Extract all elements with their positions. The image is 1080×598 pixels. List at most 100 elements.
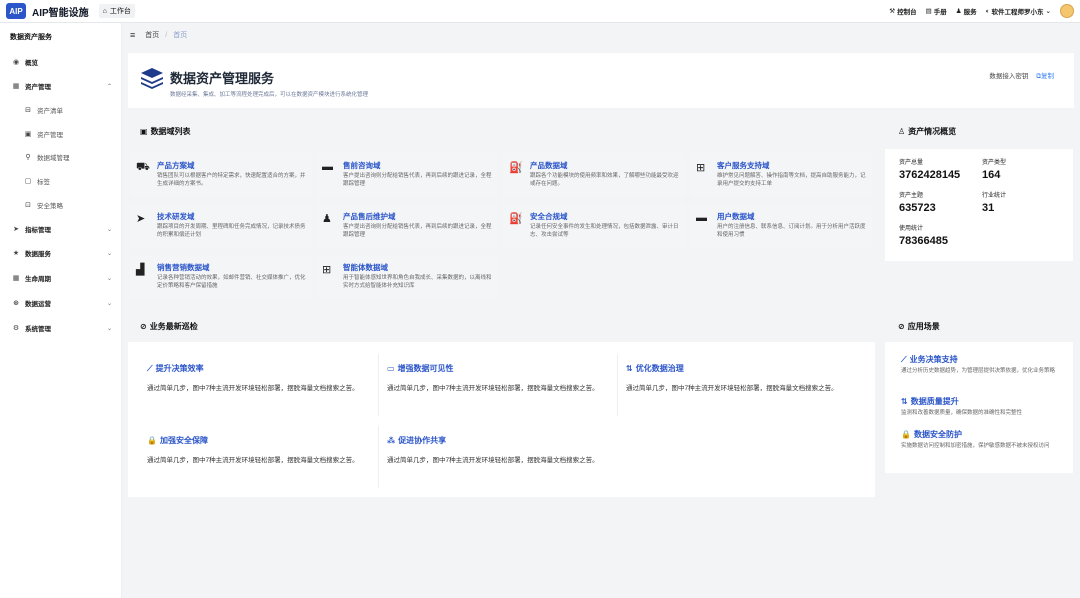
stat-label: 资产总量 (899, 160, 924, 166)
patrol-item-title: 增强数据可见性 (397, 364, 454, 373)
scene-item[interactable]: ⟋ 业务决策支持 通过分析历史数据趋势，为管理层提供决策依据，优化业务策略 (901, 354, 1069, 375)
domain-name[interactable]: 安全合规域 (530, 211, 568, 222)
sidebar-item[interactable]: ◉ 概览 (0, 55, 122, 69)
patrol-item-desc: 通过简单几步，图中7种主流开发环境轻松部署，摆脱海量文档搜索之苦。 (387, 385, 599, 392)
scenes-title-text: 应用场景 (907, 322, 940, 331)
domain-card[interactable]: ⊞ 客户服务支持域 维护常见问题解答、操作指南等文档，提高自助服务能力，记录用户提交… (690, 153, 872, 197)
console-button[interactable]: ⚒ 控制台 (889, 6, 916, 16)
domain-card[interactable]: ♟ 产品售后维护域 客户提出咨询则分配给销售代表，再到后续的跟进记录，全程跟踪管理 (316, 204, 498, 248)
domain-card[interactable]: ⊞ 智能体数据域 用于智能体感知世界和角色自我成长、采集数据的，以离线和实时方式给智… (316, 255, 498, 299)
sidebar-item[interactable]: ▣ 资产管理 (0, 127, 122, 141)
sidebar-item[interactable]: ★ 数据服务 ⌄ (0, 246, 122, 260)
domain-card[interactable]: ▟ 销售营销数据域 记录各种营销活动的效果，如邮件营销、社交媒体推广，优化定价策略和… (130, 255, 312, 299)
sidebar-item-label: 安全策略 (37, 203, 63, 210)
scene-item-title: 数据质量提升 (910, 397, 959, 406)
chevron-down-icon: ⌄ (106, 226, 112, 233)
card-icon: ▬ (322, 161, 333, 173)
chevron-up-icon: ⌃ (106, 83, 112, 90)
scene-item-title: 业务决策支持 (909, 355, 958, 364)
stat-label: 资产主题 (899, 193, 924, 199)
sidebar-item-label: 资产管理 (37, 132, 63, 139)
stat-value: 78366485 (899, 235, 948, 247)
domain-list-title-text: 数据域列表 (150, 127, 191, 136)
patrol-item[interactable]: 🔒 加强安全保障 通过简单几步，图中7种主流开发环境轻松部署，摆脱海量文档搜索之苦。 (147, 435, 379, 466)
sidebar-item[interactable]: ⊛ 数据运营 ⌄ (0, 296, 122, 310)
asset-overview-card: 资产总量 3762428145 资产类型 164 资产主题 635723 行业统计 31 使用统… (885, 149, 1073, 261)
domain-card[interactable]: ⛟ 产品方案域 销售团队可以根据客户的特定需求，快速配置适合的方案，并生成详细的方案… (130, 153, 312, 197)
patrol-item[interactable]: ⁂ 促进协作共享 通过简单几步，图中7种主流开发环境轻松部署，摆脱海量文档搜索之苦。 (387, 435, 619, 466)
patrol-item[interactable]: ▭ 增强数据可见性 通过简单几步，图中7种主流开发环境轻松部署，摆脱海量文档搜索之苦… (387, 363, 619, 394)
console-label: 控制台 (897, 9, 917, 16)
workbench-tab-label: 工作台 (109, 8, 131, 15)
domain-name[interactable]: 销售营销数据域 (157, 262, 210, 273)
sidebar-item[interactable]: ⊟ 资产清单 (0, 103, 122, 117)
domain-name[interactable]: 产品方案域 (157, 160, 195, 171)
stat-label: 行业统计 (982, 193, 1007, 199)
domain-name[interactable]: 售前咨询域 (343, 160, 381, 171)
domain-desc: 跟踪项目的开发周期、里程碑和任务完成情况，记录技术债务的积累和偿还计划 (157, 224, 306, 238)
chevron-down-icon: ⌄ (106, 300, 112, 307)
domain-name[interactable]: 用户数据域 (717, 211, 755, 222)
sidebar-item[interactable]: ▢ 标签 (0, 174, 122, 188)
patrol-item-desc: 通过简单几步，图中7种主流开发环境轻松部署，摆脱海量文档搜索之苦。 (626, 385, 838, 392)
home-icon: ⌂ (102, 7, 107, 15)
sidebar-item-label: 生命周期 (25, 276, 51, 283)
breadcrumb-home[interactable]: 首页 (145, 30, 159, 40)
scene-item-desc: 实施数据访问控制和加密措施，保护敏感数据不被未授权访问 (901, 443, 1050, 449)
sidebar-item-label: 数据域管理 (37, 155, 70, 162)
users-icon: ♟ (955, 8, 962, 15)
breadcrumb: ≡ 首页 / 首页 (130, 30, 187, 40)
sidebar-item[interactable]: ⊡ 安全策略 (0, 198, 122, 212)
breadcrumb-separator: / (165, 31, 168, 39)
card-icon: ▬ (696, 212, 707, 224)
service-button[interactable]: ♟ 服务 (956, 6, 977, 16)
overview-title: ♙ 资产情况概览 (898, 126, 956, 137)
page-header: 数据资产管理服务 数据经采集、集成、加工等流程处理完成后，可以在数据资产模块进行… (128, 53, 1074, 108)
app-logo[interactable]: AIP (6, 3, 26, 19)
patrol-item[interactable]: ⟋ 提升决策效率 通过简单几步，图中7种主流开发环境轻松部署，摆脱海量文档搜索之苦。 (147, 363, 379, 394)
link-icon: ⊘ (898, 322, 905, 331)
sidebar-item[interactable]: ▦ 生命周期 ⌄ (0, 271, 122, 285)
bus-icon: ⊞ (696, 162, 706, 174)
domain-card[interactable]: ➤ 技术研发域 跟踪项目的开发周期、里程碑和任务完成情况，记录技术债务的积累和偿还计… (130, 204, 312, 248)
domain-name[interactable]: 产品数据域 (530, 160, 568, 171)
domain-name[interactable]: 客户服务支持域 (717, 160, 770, 171)
sidebar-item[interactable]: ▦ 资产管理 ⌃ (0, 79, 122, 93)
avatar[interactable] (1060, 4, 1074, 18)
domain-desc: 销售团队可以根据客户的特定需求，快速配置适合的方案，并生成详细的方案书。 (157, 173, 306, 187)
domain-card[interactable]: ⛽ 安全合规域 记录任何安全事件的发生和处理情况，包括数据泄露、审计日志、攻击尝试等 (503, 204, 685, 248)
domain-card[interactable]: ▬ 用户数据域 用户的注册信息、联系信息、订阅计划。用于分析用户活跃度和使用习惯 (690, 204, 872, 248)
sidebar-item[interactable]: ➤ 指标管理 ⌄ (0, 222, 122, 236)
scene-item[interactable]: ⇅ 数据质量提升 监测和改善数据质量，确保数据的准确性和完整性 (901, 396, 1069, 417)
domain-card[interactable]: ▬ 售前咨询域客户提出咨询则分配给销售代表，再到后续的跟进记录，全程跟踪管理 (316, 153, 498, 197)
domain-name[interactable]: 智能体数据域 (343, 262, 388, 273)
patrol-item-title: 加强安全保障 (159, 436, 208, 445)
sidebar-item[interactable]: ⚲ 数据域管理 (0, 150, 122, 164)
app-title: AIP智能设施 (32, 7, 89, 19)
eye-icon: ◉ (12, 59, 20, 66)
domain-desc: 客户提出咨询则分配给销售代表，再到后续的跟进记录，全程跟踪管理 (343, 173, 492, 187)
menu-toggle-icon[interactable]: ≡ (130, 30, 135, 40)
scenes-title: ⊘ 应用场景 (898, 321, 940, 332)
patrol-item[interactable]: ⇅ 优化数据治理 通过简单几步，图中7种主流开发环境轻松部署，摆脱海量文档搜索之苦。 (626, 363, 858, 394)
copy-button[interactable]: ⧉复制 (1036, 70, 1054, 81)
sidebar-item[interactable]: ⚙ 系统管理 ⌄ (0, 321, 122, 335)
patrol-item-desc: 通过简单几步，图中7种主流开发环境轻松部署，摆脱海量文档搜索之苦。 (147, 457, 359, 464)
manual-button[interactable]: ▤ 手册 (926, 6, 947, 16)
stat-label: 使用统计 (899, 226, 924, 232)
sidebar-item-label: 数据运营 (25, 301, 51, 308)
doc-icon: ▤ (925, 8, 932, 15)
tag-icon: ▢ (24, 178, 32, 185)
domain-icon: ⚲ (25, 154, 31, 161)
send-icon: ➤ (13, 226, 19, 233)
scenes-panel: ⟋ 业务决策支持 通过分析历史数据趋势，为管理层提供决策依据，优化业务策略 ⇅ 数据质量… (885, 342, 1073, 473)
domain-name[interactable]: 产品售后维护域 (343, 211, 396, 222)
workbench-tab[interactable]: ⌂ 工作台 (98, 4, 135, 18)
access-key-label: 数据接入密钥 (989, 73, 1029, 80)
ops-icon: ⊛ (13, 300, 19, 307)
patrol-title-text: 业务最新巡检 (149, 322, 198, 331)
domain-card[interactable]: ⛽ 产品数据域 跟踪各个功能模块的使用频率和效果，了解哪些功能最受欢迎或存在问题。 (503, 153, 685, 197)
user-menu[interactable]: ◐ 软件工程师罗小东 ⌄ (986, 6, 1051, 17)
domain-name[interactable]: 技术研发域 (157, 211, 195, 222)
scene-item[interactable]: 🔒 数据安全防护 实施数据访问控制和加密措施，保护敏感数据不被未授权访问 (901, 429, 1069, 450)
